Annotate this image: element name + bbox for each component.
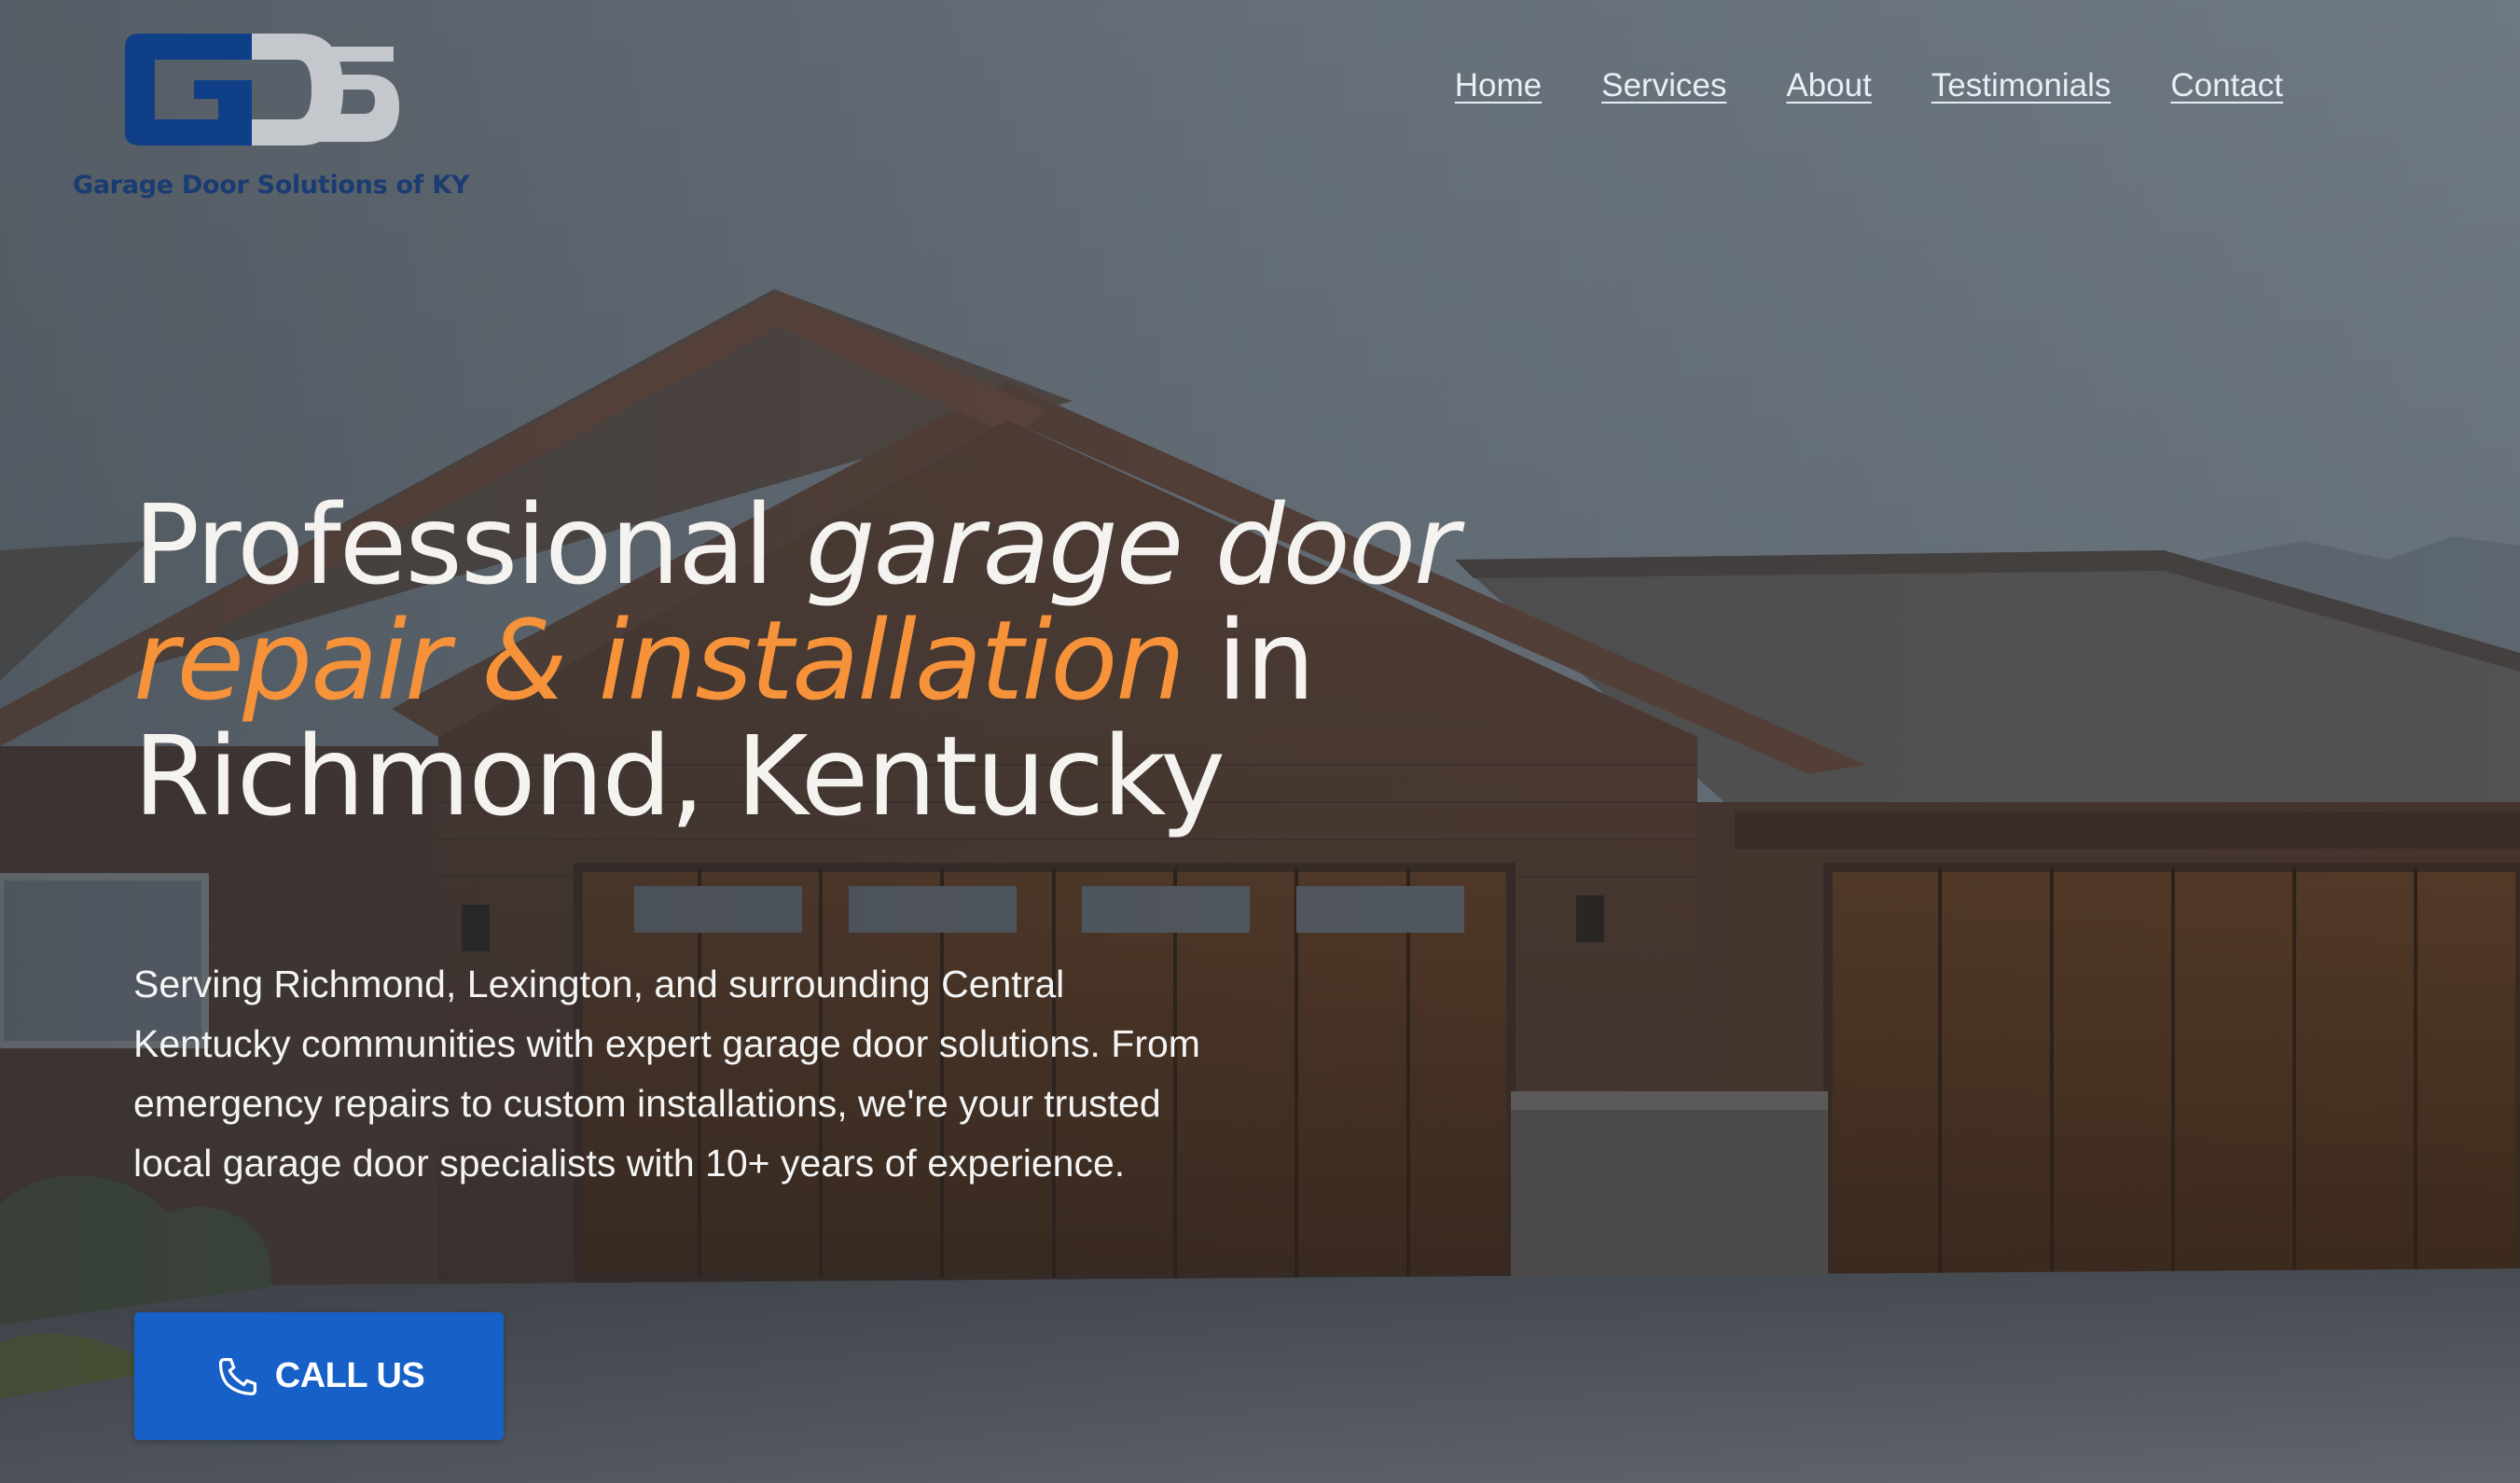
hero-headline: Professional garage door repair & install… bbox=[133, 487, 1514, 834]
page: Garage Door Solutions of KY Home Service… bbox=[0, 0, 2520, 1483]
headline-part-4: Richmond, Kentucky bbox=[133, 712, 1225, 840]
call-us-button[interactable]: CALL US bbox=[134, 1312, 504, 1440]
logo-mark-icon bbox=[125, 34, 399, 146]
brand-name: Garage Door Solutions of KY bbox=[73, 171, 470, 200]
nav-link-testimonials[interactable]: Testimonials bbox=[1932, 67, 2112, 104]
call-us-label: CALL US bbox=[274, 1356, 425, 1395]
headline-part-3: in bbox=[1184, 596, 1316, 725]
headline-part-2: garage door bbox=[805, 480, 1460, 609]
nav-link-home[interactable]: Home bbox=[1455, 67, 1542, 104]
headline-part-1: Professional bbox=[133, 480, 806, 609]
nav-link-services[interactable]: Services bbox=[1601, 67, 1726, 104]
hero-description: Serving Richmond, Lexington, and surroun… bbox=[133, 963, 1200, 1185]
nav-link-contact[interactable]: Contact bbox=[2170, 67, 2283, 104]
headline-accent: repair & installation bbox=[133, 596, 1185, 725]
brand-logo[interactable]: Garage Door Solutions of KY bbox=[73, 28, 469, 205]
phone-icon bbox=[218, 1357, 256, 1395]
nav-link-about[interactable]: About bbox=[1786, 67, 1871, 104]
main-nav: Home Services About Testimonials Contact bbox=[1455, 67, 2283, 104]
